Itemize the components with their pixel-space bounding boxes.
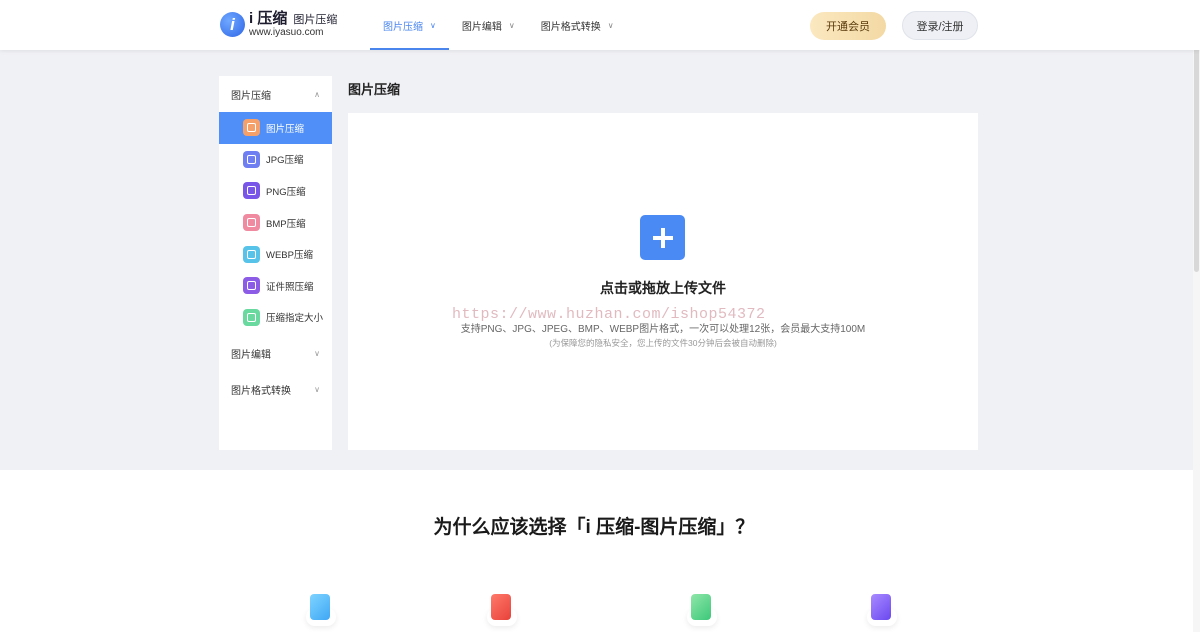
webp-icon: [243, 245, 260, 263]
chevron-down-icon: ∨: [314, 348, 320, 358]
sidebar-item-label: 图片压缩: [266, 123, 305, 135]
sidebar-group-label: 图片编辑: [231, 349, 271, 361]
sidebar-item-jpg[interactable]: JPG压缩: [219, 144, 332, 176]
feature-quality-icon: [483, 592, 517, 626]
sidebar-item-image-compress[interactable]: 图片压缩: [219, 112, 332, 144]
size-icon: [243, 308, 260, 326]
sidebar-item-webp[interactable]: WEBP压缩: [219, 238, 332, 270]
plus-icon: [652, 227, 673, 248]
jpg-icon: [243, 150, 260, 168]
nav-label: 图片编辑: [461, 21, 502, 33]
sidebar-item-id-photo[interactable]: 证件照压缩: [219, 270, 332, 302]
main-nav: 图片压缩 ∨ 图片编辑 ∨ 图片格式转换 ∨: [370, 0, 627, 50]
upload-button[interactable]: [640, 215, 685, 260]
sidebar-item-label: WEBP压缩: [266, 250, 313, 262]
sidebar-group-label: 图片格式转换: [231, 385, 291, 397]
sidebar-item-label: JPG压缩: [266, 155, 304, 167]
chevron-down-icon: ∨: [314, 384, 320, 394]
sidebar-group-convert[interactable]: 图片格式转换 ∨: [219, 371, 332, 407]
nav-label: 图片格式转换: [540, 21, 601, 33]
upload-title: 点击或拖放上传文件: [600, 280, 726, 296]
page-title: 图片压缩: [348, 82, 401, 97]
upload-privacy-note: (为保障您的隐私安全，您上传的文件30分钟后会被自动删除): [549, 338, 777, 348]
sidebar-item-bmp[interactable]: BMP压缩: [219, 207, 332, 239]
sidebar-item-png[interactable]: PNG压缩: [219, 175, 332, 207]
top-header: i i 压缩 图片压缩 www.iyasuo.com 图片压缩 ∨ 图片编辑 ∨…: [0, 0, 1200, 50]
sidebar-group-edit[interactable]: 图片编辑 ∨: [219, 335, 332, 371]
sidebar-item-size[interactable]: 压缩指定大小: [219, 302, 332, 334]
nav-format-convert[interactable]: 图片格式转换 ∨: [528, 0, 627, 50]
feature-free-icon: [683, 592, 717, 626]
logo-icon: i: [220, 12, 245, 37]
vip-button[interactable]: 开通会员: [810, 12, 886, 40]
site-logo[interactable]: i i 压缩 图片压缩 www.iyasuo.com: [220, 11, 337, 38]
logo-subtitle: 图片压缩: [293, 14, 338, 26]
chevron-down-icon: ∨: [607, 20, 614, 30]
chevron-down-icon: ∨: [430, 20, 436, 30]
feature-secure-icon: [863, 592, 897, 626]
watermark-text: https://www.huzhan.com/ishop54372: [452, 306, 766, 323]
nav-label: 图片压缩: [383, 21, 423, 33]
logo-text: i 压缩 图片压缩 www.iyasuo.com: [249, 11, 337, 38]
page-scrollbar[interactable]: [1193, 0, 1200, 632]
sidebar-item-label: 压缩指定大小: [266, 313, 324, 325]
sidebar-group-label: 图片压缩: [231, 90, 271, 102]
logo-url: www.iyasuo.com: [249, 27, 324, 38]
png-icon: [243, 182, 260, 200]
bmp-icon: [243, 214, 260, 232]
sidebar-item-label: PNG压缩: [266, 186, 306, 198]
login-register-button[interactable]: 登录/注册: [902, 11, 978, 40]
nav-image-edit[interactable]: 图片编辑 ∨: [449, 0, 528, 50]
logo-brand: i 压缩: [249, 10, 288, 27]
why-section-title: 为什么应该选择「i 压缩-图片压缩」？: [433, 517, 755, 538]
chevron-down-icon: ∨: [508, 20, 515, 30]
chevron-up-icon: ∧: [314, 89, 320, 99]
nav-image-compress[interactable]: 图片压缩 ∨: [370, 0, 449, 50]
upload-dropzone[interactable]: 点击或拖放上传文件 支持PNG、JPG、JPEG、BMP、WEBP图片格式，一次…: [348, 113, 978, 450]
sidebar-item-label: 证件照压缩: [266, 281, 314, 293]
feature-speed-icon: [302, 592, 336, 626]
image-compress-icon: [243, 119, 260, 137]
id-photo-icon: [243, 277, 260, 295]
sidebar-group-compress[interactable]: 图片压缩 ∧: [219, 76, 332, 112]
sidebar: 图片压缩 ∧ 图片压缩 JPG压缩 PNG压缩 BMP压缩 WEBP压缩 证件照…: [219, 76, 332, 450]
sidebar-item-label: BMP压缩: [266, 218, 306, 230]
